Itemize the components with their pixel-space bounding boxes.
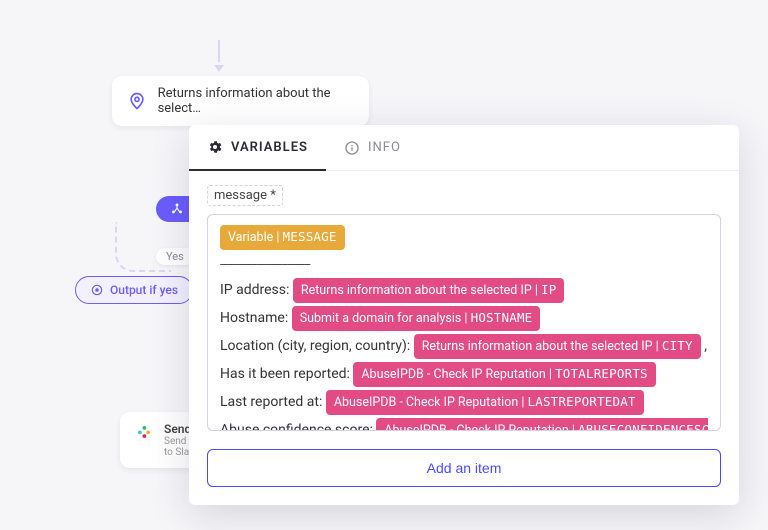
flow-node-output-if-yes[interactable]: Output if yes [75,276,193,304]
chip-totalreports[interactable]: AbuseIPDB - Check IP Reputation | TOTALR… [353,362,655,387]
add-item-button[interactable]: Add an item [207,449,721,487]
chip-abuseconf[interactable]: AbuseIPDB - Check IP Reputation | ABUSEC… [376,418,708,431]
chip-lastreported[interactable]: AbuseIPDB - Check IP Reputation | LASTRE… [326,390,644,415]
panel-tabs: VARIABLES INFO [189,125,739,171]
flow-node-returns-ip-info[interactable]: Returns information about the select… [112,76,369,126]
tab-label: VARIABLES [231,140,308,155]
gear-icon [207,139,223,155]
row-label: Abuse confidence score: [220,422,376,431]
chip-hostname[interactable]: Submit a domain for analysis | HOSTNAME [292,306,541,331]
tab-variables[interactable]: VARIABLES [189,125,326,171]
branch-icon [170,202,184,216]
location-pin-icon [126,89,148,113]
info-icon [344,140,360,156]
separator-dashes: -------------------------------- [220,253,708,275]
flow-node-label: Returns information about the select… [158,86,355,116]
slack-icon [134,422,154,442]
tab-label: INFO [368,140,401,155]
row-label: Has it been reported: [220,366,353,382]
tab-info[interactable]: INFO [326,125,419,170]
row-label: Last reported at: [220,394,326,410]
row-label: IP address: [220,282,293,298]
output-icon [90,283,104,297]
row-label: Location (city, region, country): [220,338,414,354]
config-panel: VARIABLES INFO message * Variable | MESS… [189,125,739,505]
pill-label: Output if yes [110,283,178,297]
message-editor[interactable]: Variable | MESSAGE ---------------------… [207,214,721,431]
chip-city[interactable]: Returns information about the selected I… [414,334,701,359]
chip-variable-message[interactable]: Variable | MESSAGE [220,225,345,250]
field-label-message: message * [207,185,283,206]
flow-connector-arrow [218,40,220,72]
chip-ip[interactable]: Returns information about the selected I… [293,278,565,303]
row-label: Hostname: [220,310,292,326]
